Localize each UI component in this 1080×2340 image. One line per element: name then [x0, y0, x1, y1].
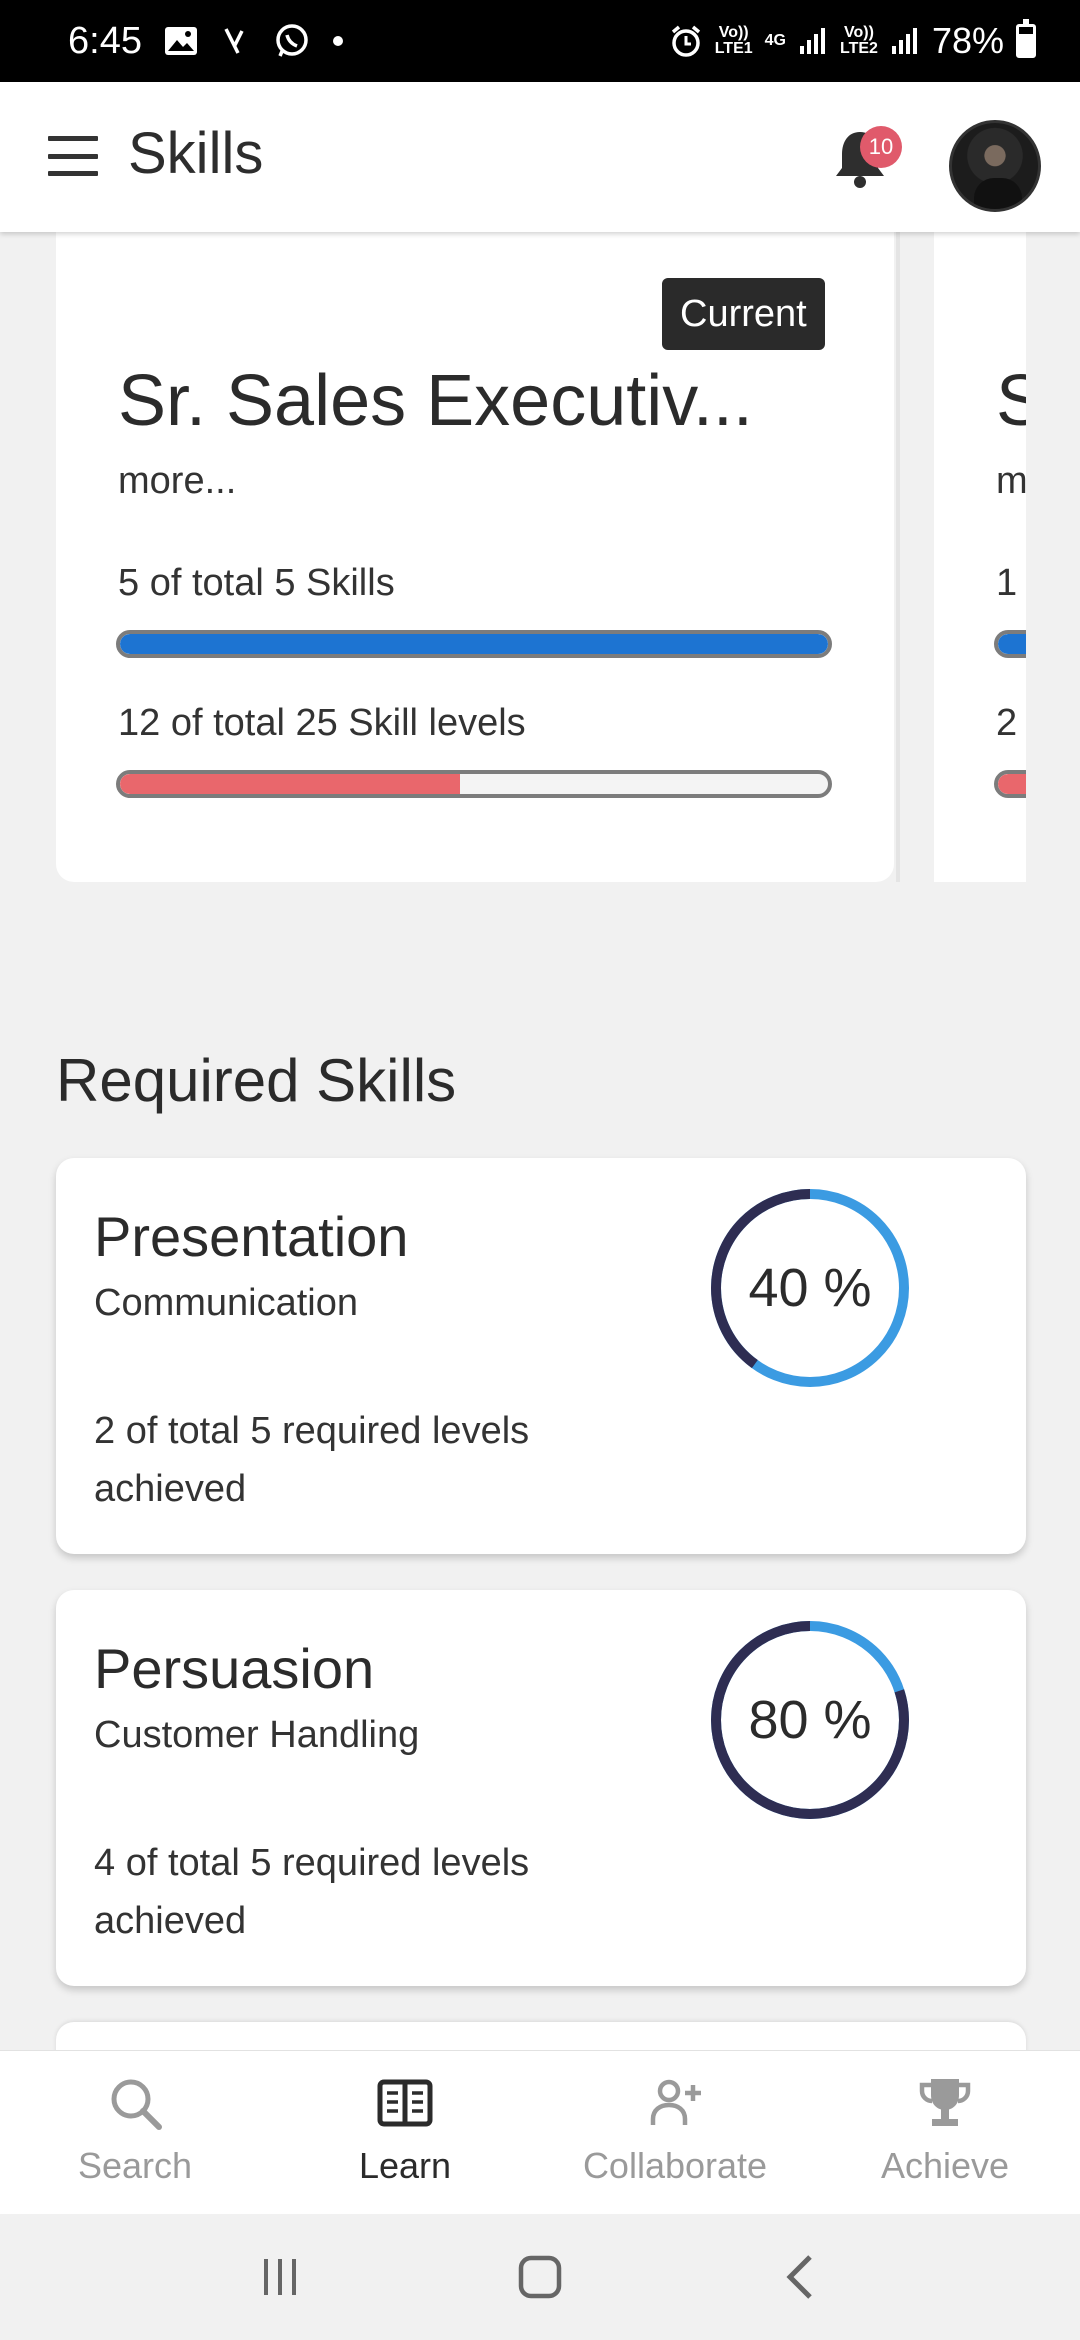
levels-progress-label: 12 of total 25 Skill levels: [118, 702, 526, 744]
card-divider: [896, 232, 900, 882]
avatar[interactable]: [949, 120, 1041, 212]
skills-progress-bar: [116, 630, 832, 658]
skills-progress-fill: [120, 634, 828, 654]
skill-category: Communication: [94, 1282, 358, 1324]
skill-category: Customer Handling: [94, 1714, 420, 1756]
levels-progress-bar: [116, 770, 832, 798]
alarm-icon: [669, 24, 703, 58]
page-title: Skills: [128, 121, 264, 186]
levels-progress-bar: [994, 770, 1026, 798]
nav-label: Collaborate: [582, 2145, 768, 2186]
trophy-icon: [919, 2079, 971, 2126]
dot-icon: [332, 35, 344, 47]
whatsapp-icon: [274, 23, 310, 59]
skills-progress-bar: [994, 630, 1026, 658]
progress-percent: 40 %: [748, 1258, 872, 1318]
skill-achieved: 4 of total 5 required levels achieved: [94, 1842, 530, 1942]
levels-progress-fill: [120, 774, 460, 794]
search-icon: [111, 2079, 162, 2130]
nav-achieve[interactable]: Achieve: [810, 2051, 1080, 2214]
signal-icon: [798, 26, 828, 56]
more-link[interactable]: more...: [118, 460, 236, 503]
nav-label: Search: [77, 2145, 193, 2186]
skills-progress-label: 5 of total 5 Skills: [118, 562, 395, 604]
skill-name: Presentation: [94, 1205, 409, 1268]
battery-percent: 78%: [931, 20, 1004, 61]
gallery-icon: [164, 26, 198, 56]
menu-icon[interactable]: [48, 136, 98, 176]
book-icon: [377, 2079, 433, 2127]
recents-icon[interactable]: [250, 2247, 310, 2307]
skill-card[interactable]: Presentation Communication 2 of total 5 …: [56, 1158, 1026, 1554]
status-bar: 6:45 Vo)) LTE1 4G Vo)) LTE2 78%: [0, 0, 1080, 82]
notification-badge: 10: [860, 126, 902, 168]
nav-search[interactable]: Search: [0, 2051, 270, 2214]
skill-name: Persuasion: [94, 1637, 375, 1700]
levels-progress-label: 2: [996, 702, 1018, 744]
levels-progress-fill: [998, 774, 1026, 794]
system-nav: [0, 2214, 1080, 2340]
skills-progress-fill: [998, 634, 1026, 654]
volte1-indicator: Vo)) LTE1: [714, 24, 753, 57]
more-link[interactable]: m: [996, 460, 1026, 503]
current-tag: Current: [662, 278, 825, 350]
role-card[interactable]: Current Sr. Sales Executiv... more... 5 …: [56, 232, 894, 882]
network-type: 4G: [764, 32, 786, 49]
bottom-nav: Search Learn Collaborate Achieve: [0, 2050, 1080, 2214]
role-title: S: [996, 361, 1026, 441]
home-icon[interactable]: [510, 2247, 570, 2307]
back-icon[interactable]: [770, 2247, 830, 2307]
app-bar: Skills 10: [0, 82, 1080, 232]
status-time: 6:45: [68, 19, 142, 62]
nav-label: Achieve: [880, 2145, 1010, 2186]
role-title: Sr. Sales Executiv...: [118, 361, 753, 441]
skill-card[interactable]: Persuasion Customer Handling 4 of total …: [56, 1590, 1026, 1986]
skill-achieved: 2 of total 5 required levels achieved: [94, 1410, 530, 1510]
section-title: Required Skills: [56, 1047, 457, 1114]
signal-2-icon: [890, 26, 920, 56]
nav-collaborate[interactable]: Collaborate: [540, 2051, 810, 2214]
role-card-next[interactable]: S m 1 2: [934, 232, 1026, 882]
nav-label: Learn: [358, 2145, 452, 2186]
battery-icon: [1016, 19, 1036, 58]
add-person-icon: [650, 2079, 701, 2125]
skills-progress-label: 1: [996, 562, 1018, 604]
missed-call-icon: [220, 25, 252, 57]
nav-learn[interactable]: Learn: [270, 2051, 540, 2214]
volte2-indicator: Vo)) LTE2: [840, 24, 878, 57]
progress-percent: 80 %: [748, 1690, 872, 1750]
